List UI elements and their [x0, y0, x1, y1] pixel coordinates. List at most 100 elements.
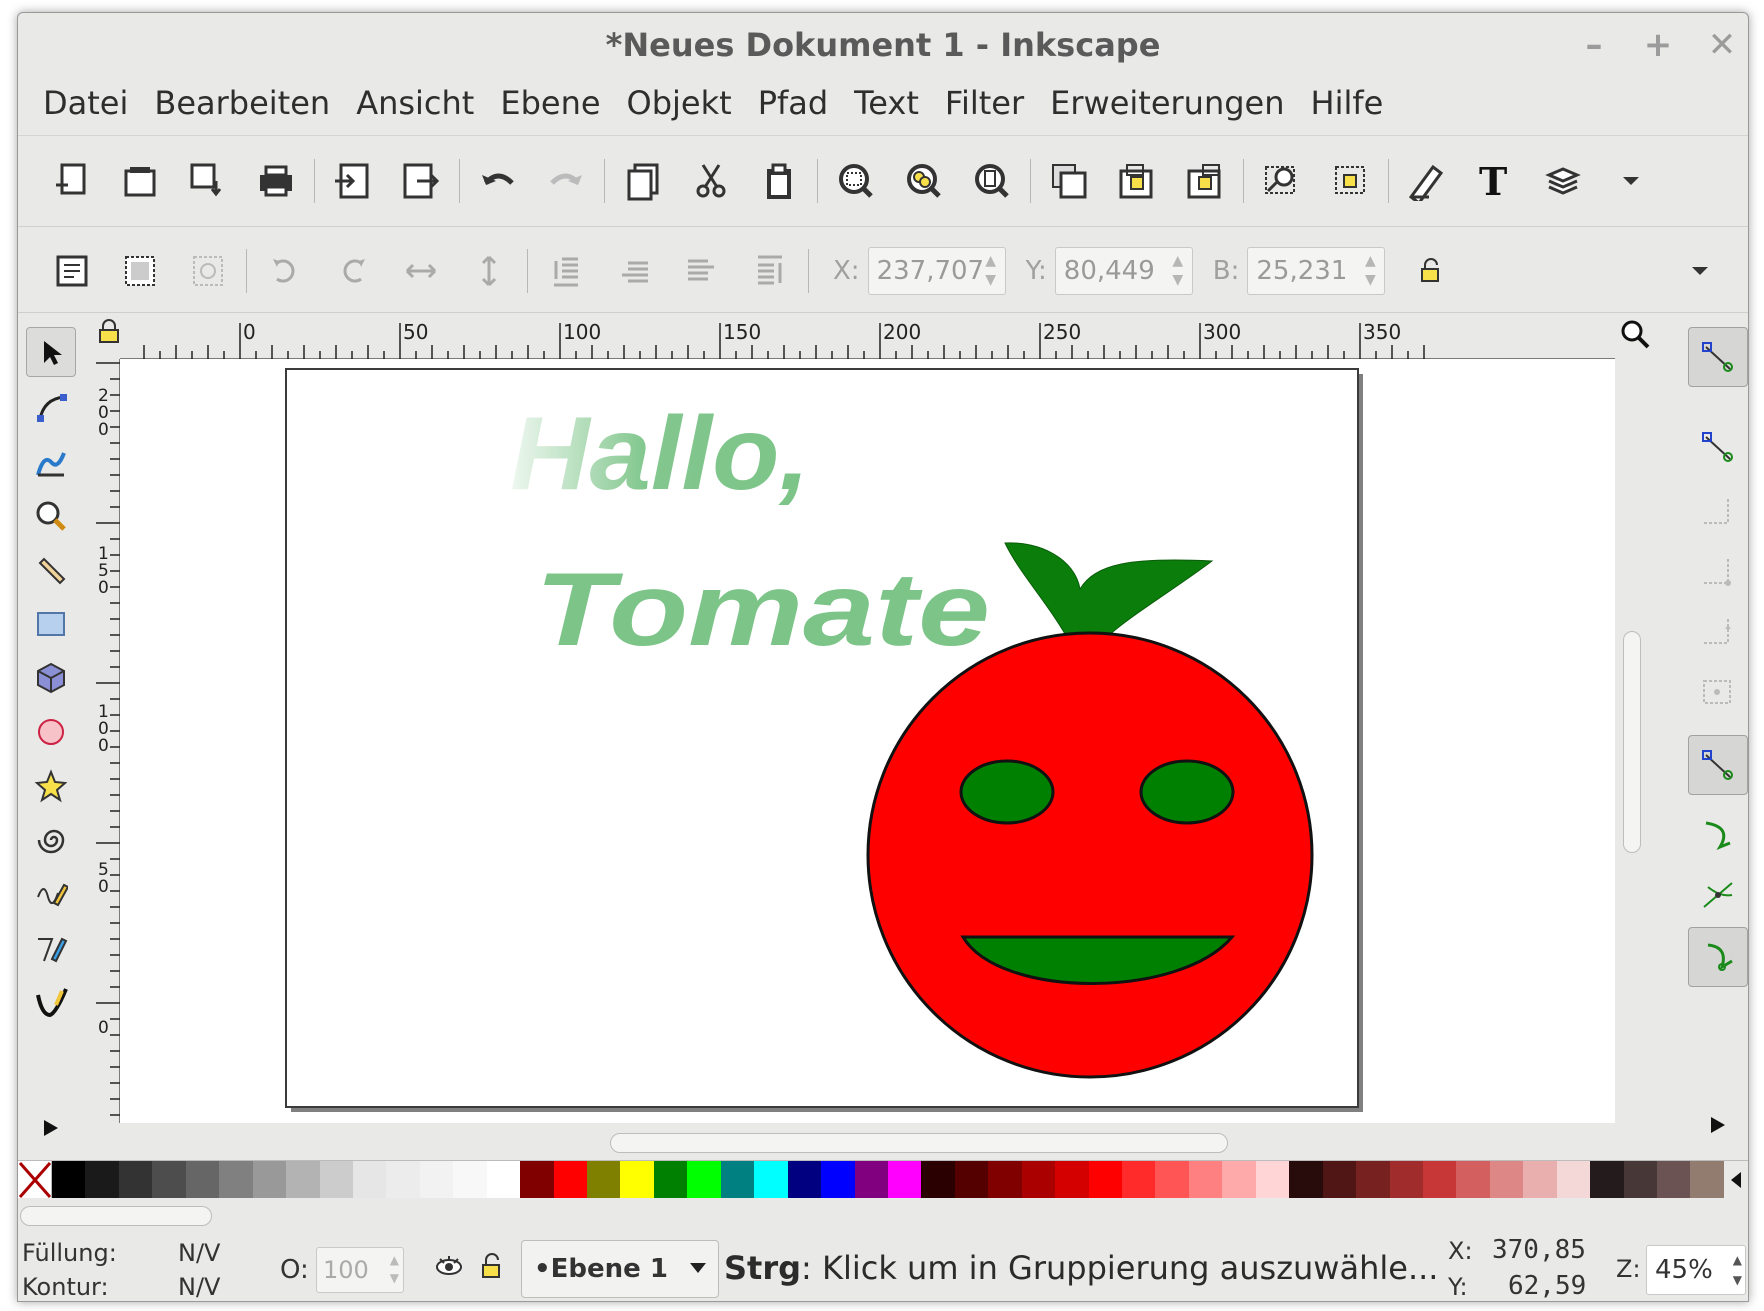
vertical-scroll-thumb[interactable]	[1623, 631, 1641, 853]
color-swatch[interactable]	[887, 1161, 922, 1198]
fill-stroke-icon[interactable]	[1248, 147, 1316, 215]
x-spin-arrows[interactable]: ▲ ▼	[981, 252, 1001, 290]
color-swatch[interactable]	[1389, 1161, 1423, 1198]
color-swatch[interactable]	[1188, 1161, 1223, 1198]
color-swatch[interactable]	[821, 1161, 855, 1198]
color-swatch[interactable]	[988, 1161, 1022, 1198]
color-swatch[interactable]	[219, 1161, 253, 1198]
snap-enable-icon[interactable]	[1688, 327, 1748, 387]
color-swatch[interactable]	[1657, 1161, 1691, 1198]
layer-visibility-icon[interactable]	[434, 1251, 464, 1287]
color-swatch[interactable]	[1456, 1161, 1490, 1198]
cut-icon[interactable]	[677, 147, 745, 215]
selector-tool-icon[interactable]	[26, 327, 76, 377]
rotate-cw-icon[interactable]	[319, 237, 387, 305]
lower-to-bottom-icon[interactable]	[532, 237, 600, 305]
horizontal-scroll-thumb[interactable]	[610, 1133, 1228, 1153]
no-paint-swatch[interactable]	[18, 1161, 52, 1198]
color-swatch[interactable]	[1055, 1161, 1089, 1198]
more-snap-icon[interactable]	[1688, 1095, 1748, 1155]
layer-lock-icon[interactable]	[480, 1251, 506, 1287]
color-swatch[interactable]	[52, 1161, 86, 1198]
color-swatch[interactable]	[553, 1161, 587, 1198]
select-all-icon[interactable]	[38, 237, 106, 305]
snap-bbox-centers-icon[interactable]	[1688, 663, 1748, 723]
deselect-icon[interactable]	[174, 237, 242, 305]
lock-ratio-icon[interactable]	[1397, 237, 1465, 305]
opacity-input[interactable]: 100 ▲ ▼	[316, 1247, 404, 1293]
open-document-icon[interactable]	[106, 147, 174, 215]
color-swatch[interactable]	[1122, 1161, 1156, 1198]
color-swatch[interactable]	[1590, 1161, 1624, 1198]
measure-tool-icon[interactable]	[26, 545, 76, 595]
menu-ebene[interactable]: Ebene	[487, 84, 613, 122]
zoom-input[interactable]: 45% ▲ ▼	[1646, 1245, 1746, 1295]
ungroup-icon[interactable]	[1171, 147, 1239, 215]
color-swatch[interactable]	[687, 1161, 721, 1198]
color-swatch[interactable]	[520, 1161, 554, 1198]
print-icon[interactable]	[242, 147, 310, 215]
menu-bearbeiten[interactable]: Bearbeiten	[141, 84, 343, 122]
rotate-ccw-icon[interactable]	[251, 237, 319, 305]
star-tool-icon[interactable]	[26, 761, 76, 811]
color-swatch[interactable]	[386, 1161, 420, 1198]
width-spin-arrows[interactable]: ▲ ▼	[1360, 252, 1380, 290]
color-swatch[interactable]	[921, 1161, 955, 1198]
duplicate-icon[interactable]	[609, 147, 677, 215]
color-swatch[interactable]	[754, 1161, 788, 1198]
palette-menu-icon[interactable]	[1724, 1161, 1748, 1198]
color-swatch[interactable]	[1255, 1161, 1290, 1198]
lower-icon[interactable]	[600, 237, 668, 305]
3d-box-tool-icon[interactable]	[26, 653, 76, 703]
color-swatch[interactable]	[1690, 1161, 1724, 1198]
color-swatch[interactable]	[954, 1161, 989, 1198]
snap-nodes-icon[interactable]	[1688, 735, 1748, 795]
color-swatch[interactable]	[152, 1161, 186, 1198]
maximize-button[interactable]: +	[1640, 13, 1676, 77]
tomato-left-eye[interactable]	[959, 759, 1055, 825]
snap-bbox-midpoints-icon[interactable]	[1688, 603, 1748, 663]
color-swatch[interactable]	[453, 1161, 487, 1198]
undo-icon[interactable]	[464, 147, 532, 215]
color-swatch[interactable]	[1322, 1161, 1357, 1198]
rectangle-tool-icon[interactable]	[26, 599, 76, 649]
color-swatch[interactable]	[1422, 1161, 1457, 1198]
menu-erweiterungen[interactable]: Erweiterungen	[1037, 84, 1297, 122]
color-swatch[interactable]	[1088, 1161, 1122, 1198]
zoom-corner-icon[interactable]	[1618, 317, 1652, 351]
y-spin-arrows[interactable]: ▲ ▼	[1168, 252, 1188, 290]
color-swatch[interactable]	[185, 1161, 220, 1198]
horizontal-ruler[interactable]: 0 50 100 150 200 250 300 350	[120, 315, 1615, 359]
menu-filter[interactable]: Filter	[932, 84, 1037, 122]
more-controls-icon[interactable]	[1666, 237, 1734, 305]
snap-bbox-corners-icon[interactable]	[1688, 543, 1748, 603]
color-swatch[interactable]	[352, 1161, 387, 1198]
palette-scroll-thumb[interactable]	[20, 1206, 212, 1226]
layer-selector[interactable]: •Ebene 1	[521, 1240, 719, 1298]
save-document-icon[interactable]	[174, 147, 242, 215]
export-icon[interactable]	[387, 147, 455, 215]
color-swatch[interactable]	[1556, 1161, 1591, 1198]
vertical-ruler[interactable]: 200150100500	[96, 359, 120, 1123]
raise-to-top-icon[interactable]	[1035, 147, 1103, 215]
zoom-tool-icon[interactable]	[26, 491, 76, 541]
calligraphy-tool-icon[interactable]	[26, 977, 76, 1027]
xml-editor-icon[interactable]	[1393, 147, 1461, 215]
vertical-scrollbar[interactable]	[1615, 359, 1655, 1123]
canvas-text-line2[interactable]: Tomate	[535, 552, 990, 668]
color-swatch[interactable]	[118, 1161, 153, 1198]
color-swatch[interactable]	[1155, 1161, 1189, 1198]
zoom-drawing-icon[interactable]	[890, 147, 958, 215]
snap-intersections-icon[interactable]	[1688, 865, 1748, 925]
menu-ansicht[interactable]: Ansicht	[343, 84, 487, 122]
import-icon[interactable]	[319, 147, 387, 215]
stroke-value[interactable]: N/V	[178, 1273, 220, 1301]
tomato-face[interactable]	[866, 631, 1314, 1079]
menu-pfad[interactable]: Pfad	[745, 84, 841, 122]
drawing-canvas[interactable]: Hallo, Tomate	[120, 359, 1615, 1123]
snap-cusp-nodes-icon[interactable]	[1688, 927, 1748, 987]
menu-objekt[interactable]: Objekt	[614, 84, 745, 122]
snap-bbox-edges-icon[interactable]	[1688, 483, 1748, 543]
raise-icon[interactable]	[668, 237, 736, 305]
palette-scrollbar[interactable]	[18, 1203, 1748, 1229]
